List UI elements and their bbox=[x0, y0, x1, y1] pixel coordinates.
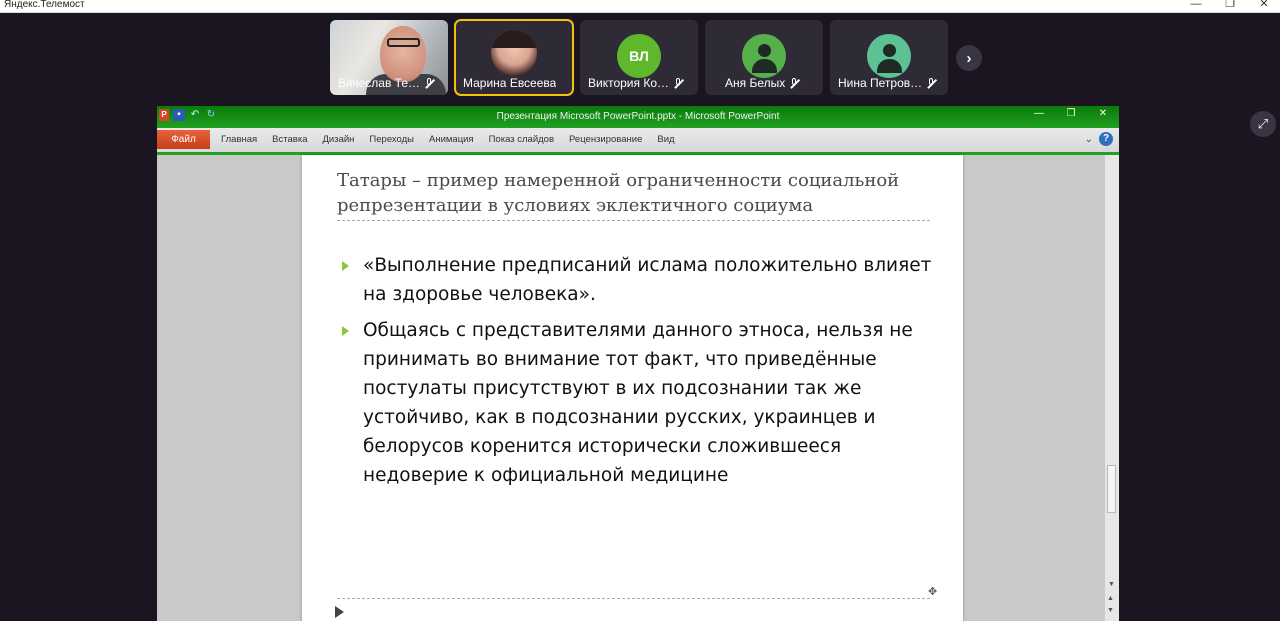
participant-name-row: Виктория Ко… bbox=[588, 76, 692, 90]
participant-tile-vyacheslav[interactable]: Вячеслав Те… bbox=[330, 20, 448, 95]
ribbon-collapse-icon[interactable]: ⌄ bbox=[1085, 134, 1093, 145]
participant-name: Нина Петров… bbox=[838, 76, 923, 90]
mic-off-icon bbox=[789, 77, 799, 89]
scroll-down-icon[interactable]: ▼ bbox=[1108, 581, 1115, 588]
bullet-item: «Выполнение предписаний ислама положител… bbox=[340, 251, 940, 309]
app-title: Яндекс.Телемост bbox=[4, 0, 85, 10]
bullet-arrow-icon bbox=[342, 261, 349, 271]
tab-file[interactable]: Файл bbox=[157, 130, 210, 149]
participant-tile-viktoria[interactable]: ВЛ Виктория Ко… bbox=[580, 20, 698, 95]
title-divider bbox=[337, 220, 930, 221]
move-cursor-icon: ✥ bbox=[928, 586, 938, 598]
bullet-item: Общаясь с представителями данного этноса… bbox=[340, 316, 940, 490]
participant-name-row: Аня Белых bbox=[725, 76, 817, 90]
slide-title: Татары – пример намеренной ограниченност… bbox=[337, 170, 900, 216]
ppt-titlebar: P ▪ ↶ ↻ Презентация Microsoft PowerPoint… bbox=[157, 106, 1119, 128]
tab-insert[interactable]: Вставка bbox=[272, 134, 307, 145]
slide-workspace: Татары – пример намеренной ограниченност… bbox=[157, 155, 1109, 621]
vertical-scrollbar[interactable]: ▼ ▲ ▼ bbox=[1105, 155, 1119, 621]
bullet-text: Общаясь с представителями данного этноса… bbox=[363, 320, 913, 486]
slide: Татары – пример намеренной ограниченност… bbox=[302, 155, 963, 621]
next-participants-button[interactable]: › bbox=[956, 45, 982, 71]
bullet-arrow-icon bbox=[342, 326, 349, 336]
user-icon bbox=[742, 34, 786, 78]
shared-screen-powerpoint: P ▪ ↶ ↻ Презентация Microsoft PowerPoint… bbox=[157, 106, 1119, 621]
participant-name-row: Вячеслав Те… bbox=[338, 76, 442, 90]
ppt-document-title: Презентация Microsoft PowerPoint.pptx - … bbox=[496, 111, 780, 122]
fullscreen-icon[interactable]: ⤢ bbox=[1250, 111, 1276, 137]
participant-tile-nina[interactable]: Нина Петров… bbox=[830, 20, 948, 95]
tab-home[interactable]: Главная bbox=[221, 134, 257, 145]
ppt-restore-button[interactable]: ❐ bbox=[1065, 108, 1077, 119]
bullet-text: «Выполнение предписаний ислама положител… bbox=[363, 255, 932, 305]
scrollbar-thumb[interactable] bbox=[1107, 465, 1116, 513]
ppt-close-button[interactable]: ✕ bbox=[1097, 108, 1109, 119]
participant-avatar-photo bbox=[491, 30, 537, 76]
next-slide-icon[interactable]: ▼ bbox=[1107, 607, 1114, 614]
tab-design[interactable]: Дизайн bbox=[322, 134, 354, 145]
tab-transitions[interactable]: Переходы bbox=[369, 134, 414, 145]
participant-name: Аня Белых bbox=[725, 76, 786, 90]
participant-tile-anya[interactable]: Аня Белых bbox=[705, 20, 823, 95]
play-arrow-icon[interactable] bbox=[335, 606, 344, 618]
participant-avatar-initials: ВЛ bbox=[617, 34, 661, 78]
app-titlebar: Яндекс.Телемост — ❐ ✕ bbox=[0, 0, 1280, 13]
close-button[interactable]: ✕ bbox=[1258, 0, 1270, 11]
participant-tile-marina[interactable]: Марина Евсеева bbox=[454, 19, 574, 96]
tab-view[interactable]: Вид bbox=[657, 134, 674, 145]
ppt-minimize-button[interactable]: — bbox=[1033, 108, 1045, 119]
mic-off-icon bbox=[926, 77, 936, 89]
help-icon[interactable]: ? bbox=[1099, 132, 1113, 146]
minimize-button[interactable]: — bbox=[1190, 0, 1202, 11]
restore-button[interactable]: ❐ bbox=[1224, 0, 1236, 11]
ppt-window-controls: — ❐ ✕ bbox=[1033, 108, 1109, 119]
ribbon-tabs: Файл Главная Вставка Дизайн Переходы Ани… bbox=[157, 128, 1119, 155]
slide-bullets: «Выполнение предписаний ислама положител… bbox=[340, 251, 940, 497]
participant-name-row: Нина Петров… bbox=[838, 76, 942, 90]
mic-off-icon bbox=[673, 77, 683, 89]
participant-name-row: Марина Евсеева bbox=[463, 76, 567, 90]
previous-slide-icon[interactable]: ▲ bbox=[1107, 595, 1114, 602]
participant-name: Вячеслав Те… bbox=[338, 76, 421, 90]
tab-review[interactable]: Рецензирование bbox=[569, 134, 642, 145]
tab-animation[interactable]: Анимация bbox=[429, 134, 474, 145]
participant-name: Виктория Ко… bbox=[588, 76, 669, 90]
user-icon bbox=[867, 34, 911, 78]
footer-divider bbox=[337, 598, 930, 599]
mic-off-icon bbox=[424, 77, 434, 89]
participant-name: Марина Евсеева bbox=[463, 76, 557, 90]
tab-slideshow[interactable]: Показ слайдов bbox=[489, 134, 554, 145]
window-controls: — ❐ ✕ bbox=[1190, 0, 1270, 11]
